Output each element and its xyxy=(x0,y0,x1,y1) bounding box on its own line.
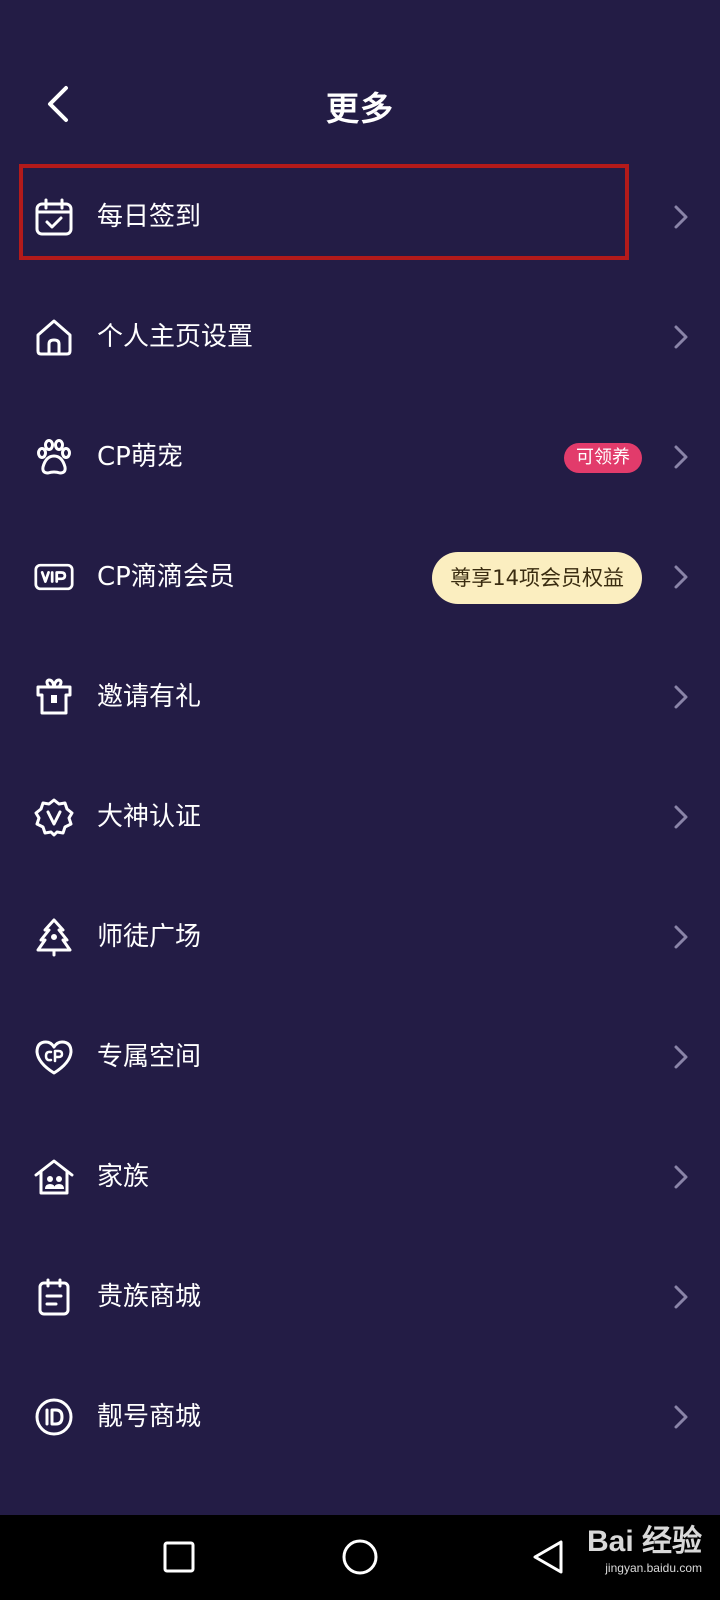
menu-item-label: 每日签到 xyxy=(97,202,202,232)
cp-heart-icon xyxy=(34,1037,74,1077)
menu-item-mentor-plaza[interactable]: 师徒广场 xyxy=(0,875,720,995)
chevron-right-icon xyxy=(674,1165,688,1189)
menu-item-label: 贵族商城 xyxy=(97,1282,202,1312)
menu-item-label: 个人主页设置 xyxy=(97,322,254,352)
chevron-right-icon xyxy=(674,685,688,709)
id-icon xyxy=(34,1397,74,1437)
circle-icon xyxy=(342,1539,378,1575)
menu-item-label: 师徒广场 xyxy=(97,922,202,952)
vip-benefits-badge: 尊享14项会员权益 xyxy=(432,552,642,604)
menu-item-label: 大神认证 xyxy=(97,802,202,832)
chevron-right-icon xyxy=(674,205,688,229)
menu-item-family[interactable]: 家族 xyxy=(0,1115,720,1235)
chevron-right-icon xyxy=(674,1285,688,1309)
menu-item-verification[interactable]: 大神认证 xyxy=(0,755,720,875)
menu-item-label: 邀请有礼 xyxy=(97,682,202,712)
system-nav-bar: Bai 经验 jingyan.baidu.com xyxy=(0,1515,720,1600)
menu-list: 每日签到 个人主页设置 CP萌宠 可领养 CP滴滴会员 尊享14项会员权益 邀请… xyxy=(0,155,720,1595)
home-button[interactable] xyxy=(334,1531,386,1583)
chevron-right-icon xyxy=(674,325,688,349)
chevron-right-icon xyxy=(674,805,688,829)
gift-icon xyxy=(34,677,74,717)
menu-item-label: CP滴滴会员 xyxy=(97,562,235,592)
system-back-button[interactable] xyxy=(522,1531,574,1583)
family-house-icon xyxy=(34,1157,74,1197)
menu-item-label: 家族 xyxy=(97,1162,150,1192)
home-icon xyxy=(34,317,74,357)
recents-button[interactable] xyxy=(153,1531,205,1583)
triangle-back-icon xyxy=(533,1540,563,1574)
chevron-right-icon xyxy=(674,565,688,589)
header: 更多 xyxy=(0,60,720,148)
chevron-right-icon xyxy=(674,1045,688,1069)
chevron-right-icon xyxy=(674,445,688,469)
paw-icon xyxy=(34,437,74,477)
menu-item-invite[interactable]: 邀请有礼 xyxy=(0,635,720,755)
adoptable-badge: 可领养 xyxy=(564,443,642,473)
chevron-right-icon xyxy=(674,1405,688,1429)
tree-icon xyxy=(34,917,74,957)
menu-item-exclusive-space[interactable]: 专属空间 xyxy=(0,995,720,1115)
vip-icon xyxy=(34,557,74,597)
menu-item-noble-mall[interactable]: 贵族商城 xyxy=(0,1235,720,1355)
menu-item-label: 靓号商城 xyxy=(97,1402,202,1432)
clipboard-icon xyxy=(34,1277,74,1317)
menu-item-pretty-id-mall[interactable]: 靓号商城 xyxy=(0,1355,720,1475)
menu-item-cp-vip[interactable]: CP滴滴会员 尊享14项会员权益 xyxy=(0,515,720,635)
menu-item-cp-pet[interactable]: CP萌宠 可领养 xyxy=(0,395,720,515)
menu-item-label: CP萌宠 xyxy=(97,442,183,472)
menu-item-daily-checkin[interactable]: 每日签到 xyxy=(0,155,720,275)
verified-badge-icon xyxy=(34,797,74,837)
page-title: 更多 xyxy=(326,89,394,128)
calendar-check-icon xyxy=(34,197,74,237)
square-icon xyxy=(163,1541,195,1573)
menu-item-profile-settings[interactable]: 个人主页设置 xyxy=(0,275,720,395)
baidu-jingyan-watermark: Bai 经验 jingyan.baidu.com xyxy=(586,1525,702,1575)
menu-item-label: 专属空间 xyxy=(97,1042,202,1072)
chevron-right-icon xyxy=(674,925,688,949)
